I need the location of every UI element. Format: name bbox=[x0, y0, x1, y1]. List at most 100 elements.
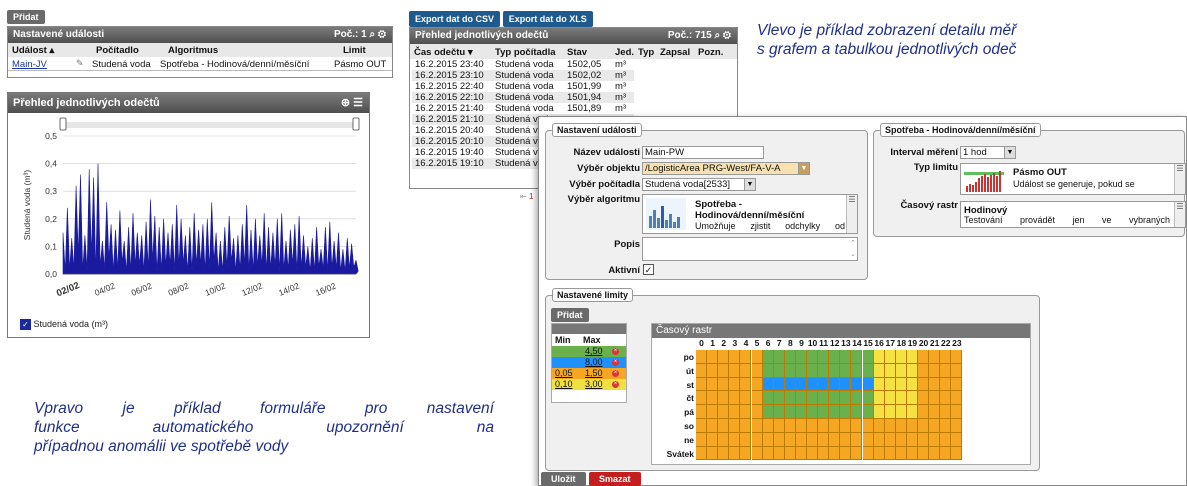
grid-cell[interactable] bbox=[929, 405, 941, 419]
search-icon[interactable]: ⌕ bbox=[370, 29, 376, 40]
grid-cell[interactable] bbox=[918, 350, 930, 364]
grid-cell[interactable] bbox=[707, 377, 719, 392]
grid-cell[interactable] bbox=[884, 363, 896, 378]
grid-cell[interactable] bbox=[851, 419, 863, 433]
grid-cell[interactable] bbox=[740, 446, 752, 461]
grid-cell[interactable] bbox=[784, 350, 796, 364]
grid-cell[interactable] bbox=[840, 363, 852, 378]
grid-cell[interactable] bbox=[718, 419, 730, 433]
grid-cell[interactable] bbox=[940, 363, 952, 378]
grid-cell[interactable] bbox=[696, 377, 708, 392]
grid-cell[interactable] bbox=[795, 391, 807, 406]
grid-cell[interactable] bbox=[784, 446, 796, 461]
zoom-icon[interactable]: ⊕ bbox=[341, 97, 350, 109]
grid-cell[interactable] bbox=[740, 391, 752, 406]
grid-cell[interactable] bbox=[818, 391, 830, 406]
grid-cell[interactable] bbox=[873, 419, 885, 433]
grid-cell[interactable] bbox=[918, 377, 930, 392]
grid-cell[interactable] bbox=[906, 363, 918, 378]
grid-cell[interactable] bbox=[929, 391, 941, 406]
menu-icon[interactable]: ☰ bbox=[353, 97, 363, 109]
delete-button[interactable]: Smazat bbox=[589, 472, 641, 486]
col-written[interactable]: Zapsal bbox=[660, 47, 690, 58]
interval-select[interactable]: 1 hod ▼ bbox=[960, 146, 1016, 159]
grid-cell[interactable] bbox=[918, 446, 930, 461]
legend-check-icon[interactable]: ✓ bbox=[20, 319, 31, 331]
grid-cell[interactable] bbox=[807, 446, 819, 461]
grid-cell[interactable] bbox=[918, 432, 930, 447]
grid-cell[interactable] bbox=[818, 405, 830, 419]
grid-cell[interactable] bbox=[807, 419, 819, 433]
grid-cell[interactable] bbox=[729, 363, 741, 378]
grid-cell[interactable] bbox=[862, 350, 874, 364]
grid-cell[interactable] bbox=[851, 391, 863, 406]
limit-row[interactable]: 4,50 × bbox=[552, 346, 626, 357]
grid-cell[interactable] bbox=[818, 419, 830, 433]
grid-cell[interactable] bbox=[906, 405, 918, 419]
grid-cell[interactable] bbox=[895, 405, 907, 419]
delete-limit-icon[interactable]: × bbox=[612, 359, 619, 366]
grid-cell[interactable] bbox=[829, 350, 841, 364]
grid-cell[interactable] bbox=[906, 391, 918, 406]
col-unit[interactable]: Jed. bbox=[615, 47, 634, 58]
table-row[interactable]: 16.2.2015 22:10 Studená voda 1501,94 m³ bbox=[412, 92, 634, 103]
col-state[interactable]: Stav bbox=[567, 47, 587, 58]
table-row[interactable]: Main-JV ✎ Studená voda Spotřeba - Hodino… bbox=[8, 57, 392, 71]
col-type[interactable]: Typ bbox=[638, 47, 654, 58]
grid-cell[interactable] bbox=[895, 419, 907, 433]
grid-cell[interactable] bbox=[906, 350, 918, 364]
search-icon[interactable]: ⌕ bbox=[715, 30, 721, 41]
grid-cell[interactable] bbox=[884, 446, 896, 461]
grid-cell[interactable] bbox=[951, 377, 963, 392]
grid-cell[interactable] bbox=[718, 391, 730, 406]
grid-cell[interactable] bbox=[929, 377, 941, 392]
grid-cell[interactable] bbox=[795, 405, 807, 419]
grid-cell[interactable] bbox=[906, 446, 918, 461]
grid-cell[interactable] bbox=[740, 405, 752, 419]
save-button[interactable]: Uložit bbox=[541, 472, 586, 486]
grid-cell[interactable] bbox=[740, 350, 752, 364]
grid-cell[interactable] bbox=[829, 377, 841, 392]
grid-cell[interactable] bbox=[795, 363, 807, 378]
grid-cell[interactable] bbox=[829, 391, 841, 406]
grid-cell[interactable] bbox=[884, 432, 896, 447]
grid-cell[interactable] bbox=[773, 432, 785, 447]
grid-cell[interactable] bbox=[707, 391, 719, 406]
grid-cell[interactable] bbox=[773, 446, 785, 461]
grid-cell[interactable] bbox=[906, 432, 918, 447]
grid-cell[interactable] bbox=[773, 350, 785, 364]
grid-cell[interactable] bbox=[906, 419, 918, 433]
event-link[interactable]: Main-JV bbox=[12, 59, 47, 70]
limit-type-box[interactable]: Pásmo OUT Událost se generuje, pokud se … bbox=[960, 163, 1186, 195]
grid-cell[interactable] bbox=[751, 446, 763, 461]
grid-cell[interactable] bbox=[807, 405, 819, 419]
grid-cell[interactable] bbox=[829, 446, 841, 461]
grid-cell[interactable] bbox=[784, 432, 796, 447]
grid-cell[interactable] bbox=[740, 419, 752, 433]
grid-cell[interactable] bbox=[918, 363, 930, 378]
grid-cell[interactable] bbox=[929, 432, 941, 447]
grid-cell[interactable] bbox=[751, 363, 763, 378]
grid-cell[interactable] bbox=[784, 377, 796, 392]
col-note[interactable]: Pozn. bbox=[698, 47, 723, 58]
grid-cell[interactable] bbox=[762, 391, 774, 406]
grid-cell[interactable] bbox=[840, 419, 852, 433]
grid-cell[interactable] bbox=[840, 391, 852, 406]
grid-cell[interactable] bbox=[807, 391, 819, 406]
grid-cell[interactable] bbox=[696, 391, 708, 406]
delete-limit-icon[interactable]: × bbox=[612, 348, 619, 355]
grid-cell[interactable] bbox=[951, 391, 963, 406]
grid-cell[interactable] bbox=[807, 432, 819, 447]
grid-cell[interactable] bbox=[795, 377, 807, 392]
grid-cell[interactable] bbox=[840, 377, 852, 392]
grid-cell[interactable] bbox=[696, 446, 708, 461]
grid-cell[interactable] bbox=[696, 350, 708, 364]
grid-cell[interactable] bbox=[773, 419, 785, 433]
grid-cell[interactable] bbox=[895, 432, 907, 447]
grid-cell[interactable] bbox=[729, 377, 741, 392]
grid-cell[interactable] bbox=[729, 391, 741, 406]
grid-cell[interactable] bbox=[951, 432, 963, 447]
export-xls-button[interactable]: Export dat do XLS bbox=[502, 11, 593, 27]
grid-cell[interactable] bbox=[762, 377, 774, 392]
limit-row[interactable]: 0,05 1,50 × bbox=[552, 368, 626, 379]
